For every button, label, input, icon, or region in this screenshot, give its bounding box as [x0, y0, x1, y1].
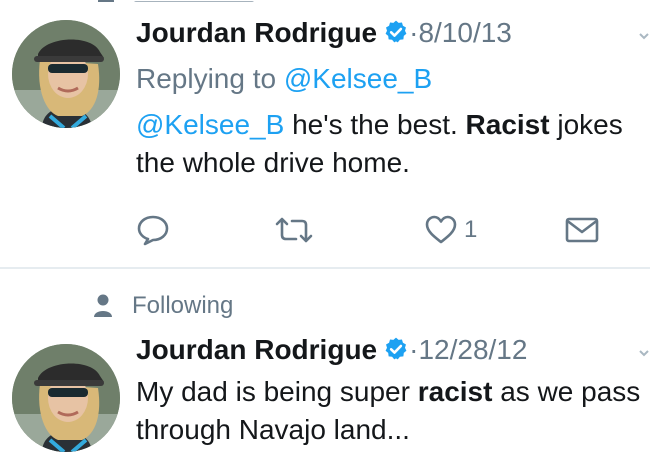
text-segment: My dad is being super — [136, 376, 418, 407]
text-bold-segment: racist — [417, 376, 493, 407]
retweet-icon — [275, 217, 313, 243]
timeline: Jourdan Rodrigue ·8/10/13 Replying to @K… — [0, 0, 650, 458]
social-context: Following — [92, 291, 233, 321]
reply-button[interactable] — [136, 210, 170, 250]
profile-photo — [12, 344, 120, 452]
author-name[interactable]: Jourdan Rodrigue — [136, 334, 377, 365]
chevron-down-icon[interactable] — [638, 22, 650, 52]
replying-to-label: Replying to — [136, 63, 277, 94]
like-button[interactable]: 1 — [424, 210, 477, 250]
tweet[interactable]: Jourdan Rodrigue ·8/10/13 Replying to @K… — [0, 0, 650, 268]
profile-photo — [12, 20, 120, 128]
tweet[interactable]: Following Jourdan Rodrigue ·12/28/12 My … — [0, 269, 650, 458]
retweet-button[interactable] — [274, 210, 314, 250]
person-icon — [94, 294, 112, 317]
direct-message-button[interactable] — [564, 210, 600, 250]
verified-badge-icon — [385, 337, 407, 360]
tweet-header: Jourdan Rodrigue ·8/10/13 — [136, 16, 512, 50]
tweet-date[interactable]: 12/28/12 — [418, 334, 527, 365]
tweet-date[interactable]: 8/10/13 — [418, 17, 511, 48]
tweet-actions: 1 — [136, 210, 616, 250]
reply-handle-link[interactable]: @Kelsee_B — [284, 63, 432, 94]
like-count: 1 — [464, 216, 478, 243]
envelope-icon — [565, 217, 599, 243]
heart-icon — [425, 215, 457, 244]
context-row-clipped — [0, 0, 650, 2]
text-bold-segment: Racist — [465, 109, 550, 140]
author-name[interactable]: Jourdan Rodrigue — [136, 17, 377, 48]
text-segment: he's the best. — [284, 109, 466, 140]
mention-link[interactable]: @Kelsee_B — [136, 109, 284, 140]
chevron-down-icon[interactable] — [638, 339, 650, 369]
avatar[interactable] — [12, 344, 120, 452]
tweet-text: @Kelsee_B he's the best. Racist jokes th… — [136, 106, 646, 182]
context-label: Following — [132, 292, 234, 319]
verified-badge-icon — [385, 20, 407, 43]
clipped-context-icon — [98, 0, 254, 2]
tweet-header: Jourdan Rodrigue ·12/28/12 — [136, 333, 527, 367]
replying-to: Replying to @Kelsee_B — [136, 62, 432, 96]
avatar[interactable] — [12, 20, 120, 128]
tweet-text: My dad is being super racist as we pass … — [136, 373, 646, 449]
reply-bubble-icon — [137, 215, 169, 246]
